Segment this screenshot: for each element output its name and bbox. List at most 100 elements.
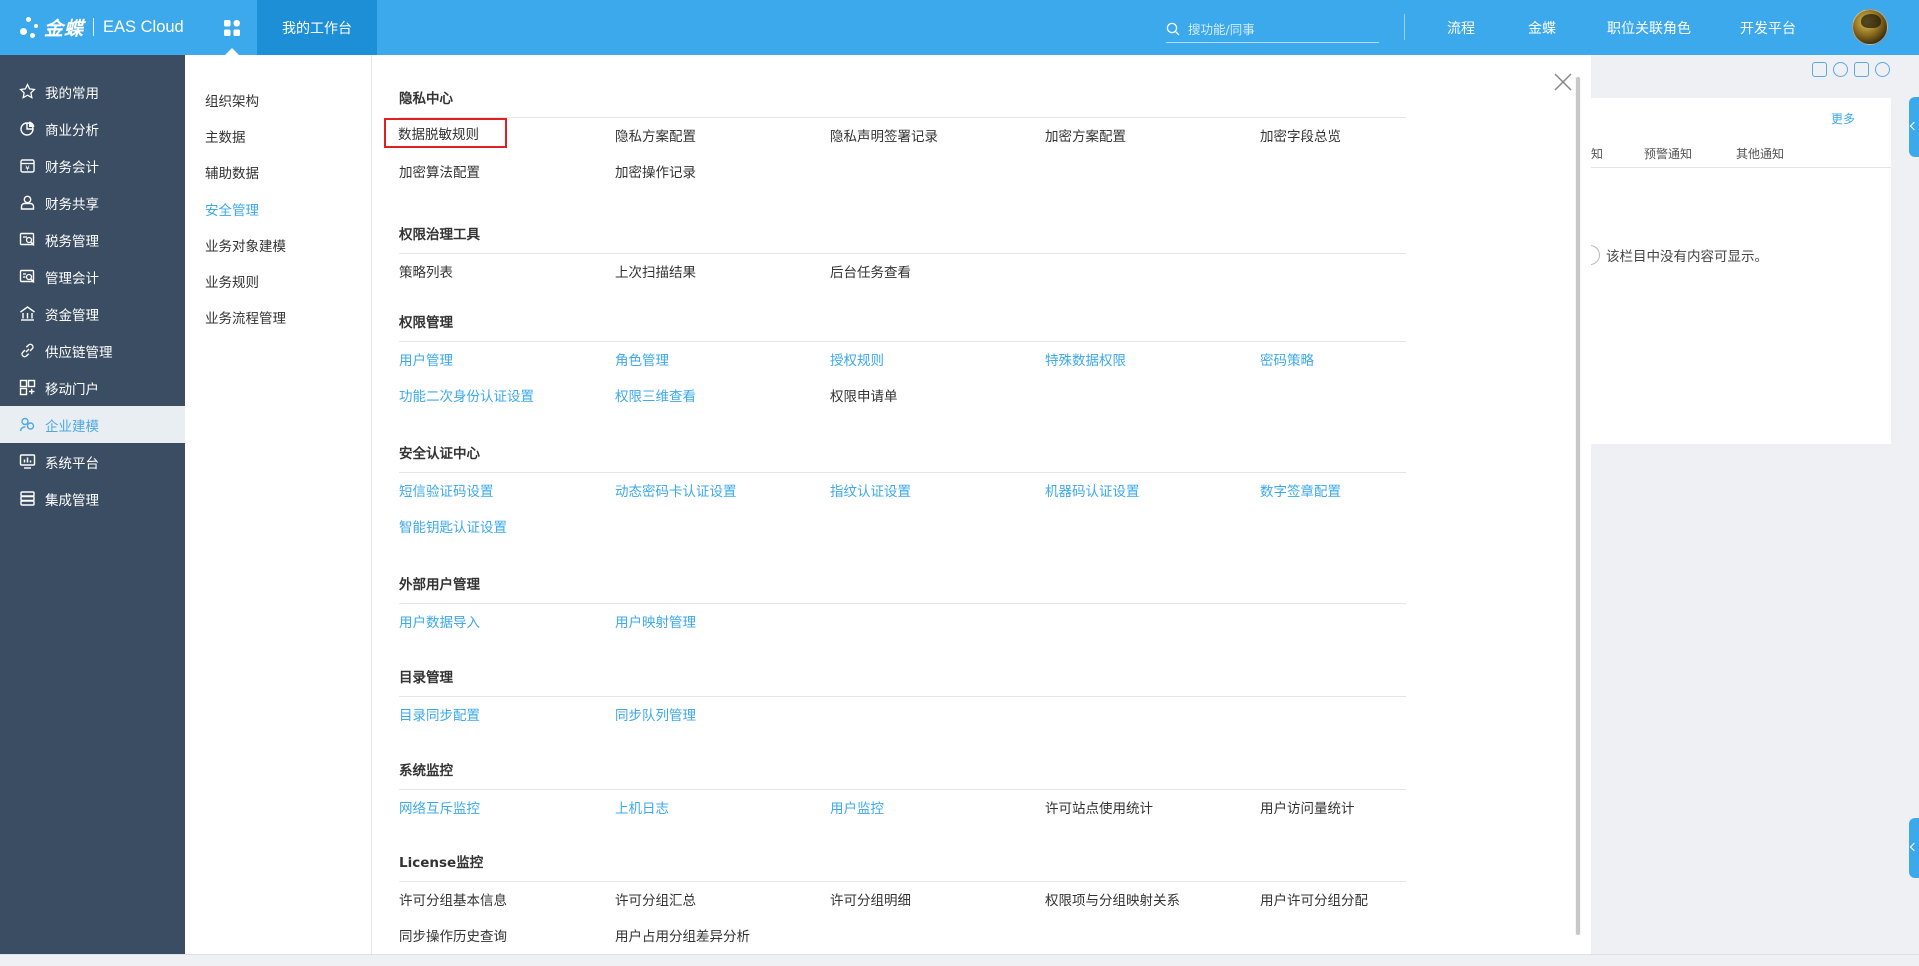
- menu-section: 权限治理工具策略列表 上次扫描结果 后台任务查看: [399, 225, 1406, 290]
- brand[interactable]: 金蝶 EAS Cloud: [18, 12, 184, 42]
- sidebar-item-enterprise-modeling[interactable]: 企业建模: [0, 406, 185, 443]
- menu-link[interactable]: 隐私方案配置: [615, 125, 696, 145]
- menu-link[interactable]: 同步操作历史查询: [399, 925, 507, 945]
- sidebar-item-treasury[interactable]: 资金管理: [0, 295, 185, 332]
- submenu-item-security-management[interactable]: 安全管理: [185, 191, 371, 227]
- sidebar-item-label: 税务管理: [45, 233, 99, 250]
- menu-link[interactable]: 用户数据导入: [399, 611, 480, 631]
- submenu-item-business-rules[interactable]: 业务规则: [185, 263, 371, 299]
- menu-link[interactable]: 权限三维查看: [615, 385, 696, 405]
- menu-link[interactable]: 角色管理: [615, 349, 669, 369]
- menu-link[interactable]: 数字签章配置: [1260, 480, 1341, 500]
- sidebar-item-finance-accounting[interactable]: ¥ 财务会计: [0, 147, 185, 184]
- menu-link[interactable]: 用户许可分组分配: [1260, 889, 1368, 909]
- close-icon[interactable]: [1552, 71, 1574, 93]
- menu-link[interactable]: 机器码认证设置: [1045, 480, 1140, 500]
- menu-link[interactable]: 权限项与分组映射关系: [1045, 889, 1180, 909]
- star-icon: [19, 83, 36, 100]
- search-icon: [1166, 22, 1180, 36]
- menu-link[interactable]: 目录同步配置: [399, 704, 480, 724]
- menu-link[interactable]: 加密操作记录: [615, 161, 696, 181]
- search-input[interactable]: [1188, 21, 1368, 37]
- sidebar-item-integration[interactable]: 集成管理: [0, 480, 185, 517]
- nav-divider: [1404, 14, 1405, 40]
- menu-link[interactable]: 智能钥匙认证设置: [399, 516, 507, 536]
- nav-kingdee[interactable]: 金蝶: [1528, 0, 1556, 55]
- menu-link[interactable]: 密码策略: [1260, 349, 1314, 369]
- apps-menu-button[interactable]: [208, 0, 256, 55]
- tab-my-workbench[interactable]: 我的工作台: [257, 0, 377, 55]
- menu-link[interactable]: 授权规则: [830, 349, 884, 369]
- collapse-icon[interactable]: [1812, 62, 1827, 77]
- sidebar-item-tax[interactable]: 税务管理: [0, 221, 185, 258]
- submenu: 组织架构 主数据 辅助数据 安全管理 业务对象建模 业务规则 业务流程管理: [185, 55, 371, 954]
- menu-link[interactable]: 同步队列管理: [615, 704, 696, 724]
- right-drawer-handle-top[interactable]: [1909, 97, 1919, 157]
- menu-link[interactable]: 后台任务查看: [830, 261, 911, 281]
- submenu-item-business-object-modeling[interactable]: 业务对象建模: [185, 227, 371, 263]
- pie-chart-icon: [19, 120, 36, 137]
- menu-link[interactable]: 用户管理: [399, 349, 453, 369]
- fullscreen-icon[interactable]: [1854, 62, 1869, 77]
- menu-link[interactable]: 网络互斥监控: [399, 797, 480, 817]
- sidebar-item-favorites[interactable]: 我的常用: [0, 73, 185, 110]
- submenu-item-master-data[interactable]: 主数据: [185, 118, 371, 154]
- submenu-item-org-structure[interactable]: 组织架构: [185, 82, 371, 118]
- menu-link[interactable]: 加密算法配置: [399, 161, 480, 181]
- menu-link[interactable]: 用户监控: [830, 797, 884, 817]
- submenu-item-aux-data[interactable]: 辅助数据: [185, 154, 371, 190]
- submenu-item-business-process[interactable]: 业务流程管理: [185, 299, 371, 335]
- sidebar-item-supply-chain[interactable]: 供应链管理: [0, 332, 185, 369]
- right-drawer-handle-bottom[interactable]: [1909, 818, 1919, 878]
- menu-link[interactable]: 加密方案配置: [1045, 125, 1126, 145]
- menu-section: 系统监控 网络互斥监控 上机日志 用户监控 许可站点使用统计 用户访问量统计: [399, 761, 1406, 826]
- nav-position-role[interactable]: 职位关联角色: [1607, 0, 1691, 55]
- section-title: 权限治理工具: [399, 227, 480, 243]
- link-row: 智能钥匙认证设置: [399, 509, 1406, 545]
- menu-link[interactable]: 权限申请单: [830, 385, 898, 405]
- ledger-icon: ¥: [19, 157, 36, 174]
- link-row: 许可分组基本信息 许可分组汇总 许可分组明细 权限项与分组映射关系 用户许可分组分配: [399, 882, 1406, 918]
- bottom-strip: [0, 954, 1919, 966]
- sidebar-item-management-accounting[interactable]: 管理会计: [0, 258, 185, 295]
- sidebar-item-system-platform[interactable]: 系统平台: [0, 443, 185, 480]
- refresh-icon[interactable]: [1875, 62, 1890, 77]
- tab-notice-partial[interactable]: 知: [1591, 145, 1603, 162]
- menu-link[interactable]: 用户访问量统计: [1260, 797, 1355, 817]
- menu-link[interactable]: 上次扫描结果: [615, 261, 696, 281]
- nav-flow[interactable]: 流程: [1447, 0, 1475, 55]
- menu-link[interactable]: 许可站点使用统计: [1045, 797, 1153, 817]
- more-link[interactable]: 更多: [1831, 110, 1855, 127]
- user-avatar[interactable]: [1852, 9, 1888, 45]
- tab-other-notice[interactable]: 其他通知: [1736, 145, 1784, 162]
- sidebar-item-business-analysis[interactable]: 商业分析: [0, 110, 185, 147]
- search-box[interactable]: [1166, 16, 1379, 43]
- sidebar-item-label: 我的常用: [45, 85, 99, 102]
- scrollbar-thumb[interactable]: [1576, 77, 1580, 935]
- menu-link[interactable]: 动态密码卡认证设置: [615, 480, 737, 500]
- menu-link[interactable]: 加密字段总览: [1260, 125, 1341, 145]
- help-icon[interactable]: [1833, 62, 1848, 77]
- product-name: EAS Cloud: [103, 17, 184, 36]
- menu-link[interactable]: 用户占用分组差异分析: [615, 925, 750, 945]
- menu-link[interactable]: 指纹认证设置: [830, 480, 911, 500]
- nav-dev-platform[interactable]: 开发平台: [1740, 0, 1796, 55]
- people-icon: [19, 416, 36, 433]
- menu-link[interactable]: 许可分组明细: [830, 889, 911, 909]
- menu-link[interactable]: 功能二次身份认证设置: [399, 385, 534, 405]
- sidebar-item-label: 管理会计: [45, 270, 99, 287]
- menu-link[interactable]: 上机日志: [615, 797, 669, 817]
- menu-link[interactable]: 隐私声明签署记录: [830, 125, 938, 145]
- menu-link[interactable]: 短信验证码设置: [399, 480, 494, 500]
- tab-warning-notice[interactable]: 预警通知: [1644, 145, 1692, 162]
- sidebar-item-label: 系统平台: [45, 455, 99, 472]
- sidebar-item-finance-shared[interactable]: 财务共享: [0, 184, 185, 221]
- menu-link[interactable]: 策略列表: [399, 261, 453, 281]
- sidebar-item-mobile-portal[interactable]: 移动门户: [0, 369, 185, 406]
- menu-link[interactable]: 数据脱敏规则: [384, 118, 507, 148]
- menu-link[interactable]: 特殊数据权限: [1045, 349, 1126, 369]
- menu-link[interactable]: 用户映射管理: [615, 611, 696, 631]
- menu-link[interactable]: 许可分组汇总: [615, 889, 696, 909]
- menu-link[interactable]: 许可分组基本信息: [399, 889, 507, 909]
- tax-icon: [19, 231, 36, 248]
